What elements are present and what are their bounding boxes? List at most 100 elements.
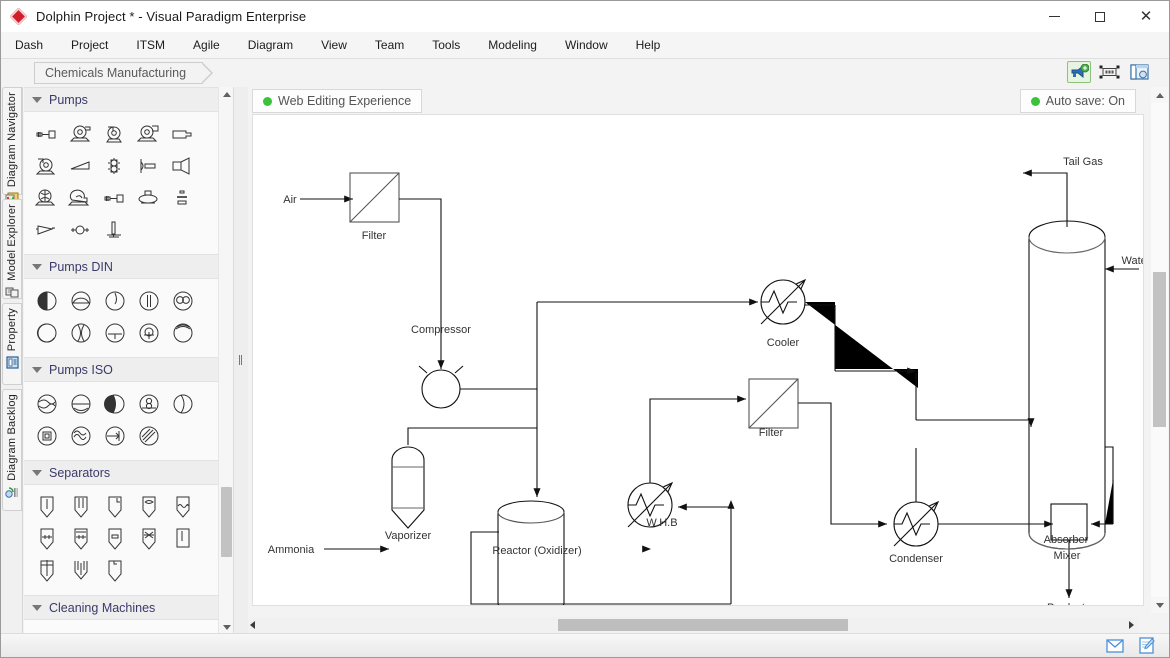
palette-section-separators[interactable]: Separators: [24, 460, 233, 485]
wedge-pump-icon[interactable]: [65, 150, 97, 182]
close-button[interactable]: ✕: [1123, 1, 1169, 32]
separator-1-icon[interactable]: [31, 491, 63, 523]
application-window: Dolphin Project * - Visual Paradigm Ente…: [0, 0, 1170, 658]
palette-scroll-up-button[interactable]: [219, 87, 234, 102]
din-pump-double-circle-icon[interactable]: [167, 285, 199, 317]
iso-pump-square-icon[interactable]: [31, 420, 63, 452]
menu-item-itsm[interactable]: ITSM: [122, 34, 179, 56]
minimize-button[interactable]: [1031, 1, 1077, 32]
menu-item-diagram[interactable]: Diagram: [234, 34, 307, 56]
chevron-down-icon: [32, 367, 42, 373]
breadcrumb[interactable]: Chemicals Manufacturing: [34, 62, 203, 84]
menu-item-team[interactable]: Team: [361, 34, 418, 56]
canvas-scroll-down-button[interactable]: [1151, 597, 1168, 613]
centrifugal-pump-4-icon[interactable]: [31, 150, 63, 182]
separator-8-icon[interactable]: [99, 523, 131, 555]
din-pump-half-fill-icon[interactable]: [31, 285, 63, 317]
pump-nozzle-icon[interactable]: [167, 118, 199, 150]
canvas-scroll-right-button[interactable]: [1129, 621, 1134, 629]
din-pump-lobes-icon[interactable]: [65, 317, 97, 349]
axial-pump-icon[interactable]: [133, 150, 165, 182]
maximize-button[interactable]: [1077, 1, 1123, 32]
iso-pump-wave-icon[interactable]: [31, 388, 63, 420]
centrifugal-pump-3-icon[interactable]: [133, 118, 165, 150]
din-pump-crescent-icon[interactable]: [31, 317, 63, 349]
palette-section-cleaning-machines[interactable]: Cleaning Machines: [24, 595, 233, 620]
piston-pump-icon[interactable]: [99, 182, 131, 214]
menu-item-modeling[interactable]: Modeling: [474, 34, 551, 56]
separator-3-icon[interactable]: [99, 491, 131, 523]
cone-pump-icon[interactable]: [31, 214, 63, 246]
centrifugal-pump-1-icon[interactable]: [65, 118, 97, 150]
din-pump-hatch-icon[interactable]: [167, 317, 199, 349]
note-edit-icon[interactable]: [1137, 637, 1157, 655]
tank-pump-icon[interactable]: [133, 182, 165, 214]
iso-pump-eight-icon[interactable]: [133, 388, 165, 420]
screw-pump-icon[interactable]: [65, 182, 97, 214]
palette-scroll-thumb[interactable]: [221, 487, 232, 557]
iso-pump-lens-icon[interactable]: [99, 388, 131, 420]
separator-12-icon[interactable]: [65, 555, 97, 587]
palette-section-pumps[interactable]: Pumps: [24, 87, 233, 112]
inline-pump-icon[interactable]: [65, 214, 97, 246]
sidebar-tab-property[interactable]: Property: [2, 303, 22, 385]
window-title: Dolphin Project * - Visual Paradigm Ente…: [36, 9, 306, 24]
iso-pump-sine-icon[interactable]: [65, 420, 97, 452]
menu-item-agile[interactable]: Agile: [179, 34, 234, 56]
menu-item-project[interactable]: Project: [57, 34, 122, 56]
iso-pump-arrow-icon[interactable]: [99, 420, 131, 452]
separator-2-icon[interactable]: [65, 491, 97, 523]
din-pump-bars-icon[interactable]: [133, 285, 165, 317]
separator-5-icon[interactable]: [167, 491, 199, 523]
separator-13-icon[interactable]: [99, 555, 131, 587]
menu-item-window[interactable]: Window: [551, 34, 622, 56]
canvas-scroll-left-button[interactable]: [250, 621, 255, 629]
panel-layout-icon[interactable]: [1127, 61, 1151, 83]
panel-splitter[interactable]: [234, 87, 248, 635]
canvas-vertical-thumb[interactable]: [1153, 272, 1166, 427]
din-pump-chord-icon[interactable]: [65, 285, 97, 317]
rotary-pump-icon[interactable]: [31, 182, 63, 214]
separator-7-icon[interactable]: [65, 523, 97, 555]
separator-10-icon[interactable]: [167, 523, 199, 555]
sidebar-tab-diagram-navigator[interactable]: Diagram Navigator: [2, 87, 22, 195]
announcement-icon[interactable]: [1067, 61, 1091, 83]
din-pump-inner-circle-icon[interactable]: [133, 317, 165, 349]
palette-section-pumps-din[interactable]: Pumps DIN: [24, 254, 233, 279]
separator-4-icon[interactable]: [133, 491, 165, 523]
sidebar-tab-diagram-backlog[interactable]: Diagram Backlog: [2, 389, 22, 511]
iso-pump-line-icon[interactable]: [65, 388, 97, 420]
diagram-canvas[interactable]: Air Filter Compressor Ammonia Vaporizer …: [252, 114, 1144, 606]
canvas-vertical-scrollbar[interactable]: [1151, 87, 1168, 613]
message-icon[interactable]: [1105, 637, 1125, 655]
palette-scrollbar[interactable]: [218, 87, 233, 635]
fit-width-icon[interactable]: [1097, 61, 1121, 83]
separator-9-icon[interactable]: [133, 523, 165, 555]
canvas-horizontal-thumb[interactable]: [558, 619, 848, 631]
separator-6-icon[interactable]: [31, 523, 63, 555]
autosave-badge[interactable]: Auto save: On: [1020, 89, 1136, 113]
web-editing-badge[interactable]: Web Editing Experience: [252, 89, 422, 113]
pump-plunger-icon[interactable]: [31, 118, 63, 150]
iso-pump-hatched-icon[interactable]: [133, 420, 165, 452]
menu-item-help[interactable]: Help: [622, 34, 675, 56]
menu-item-tools[interactable]: Tools: [418, 34, 474, 56]
canvas-scroll-up-button[interactable]: [1151, 87, 1168, 103]
horn-pump-icon[interactable]: [167, 150, 199, 182]
ejector-pump-icon[interactable]: [167, 182, 199, 214]
menu-item-view[interactable]: View: [307, 34, 361, 56]
iso-pump-half-icon[interactable]: [167, 388, 199, 420]
palette-icon-row: [24, 150, 233, 182]
din-pump-tee-icon[interactable]: [99, 317, 131, 349]
sidebar-tab-model-explorer[interactable]: Model Explorer: [2, 199, 22, 299]
separator-11-icon[interactable]: [31, 555, 63, 587]
vertical-pump-icon[interactable]: [99, 150, 131, 182]
palette-section-pumps-din-body: [24, 279, 233, 357]
palette-icon-row: [24, 388, 233, 420]
menu-item-dash[interactable]: Dash: [1, 34, 57, 56]
canvas-horizontal-scrollbar[interactable]: [248, 617, 1138, 633]
palette-section-pumps-iso[interactable]: Pumps ISO: [24, 357, 233, 382]
din-pump-needle-icon[interactable]: [99, 285, 131, 317]
centrifugal-pump-2-icon[interactable]: [99, 118, 131, 150]
sump-pump-icon[interactable]: [99, 214, 131, 246]
